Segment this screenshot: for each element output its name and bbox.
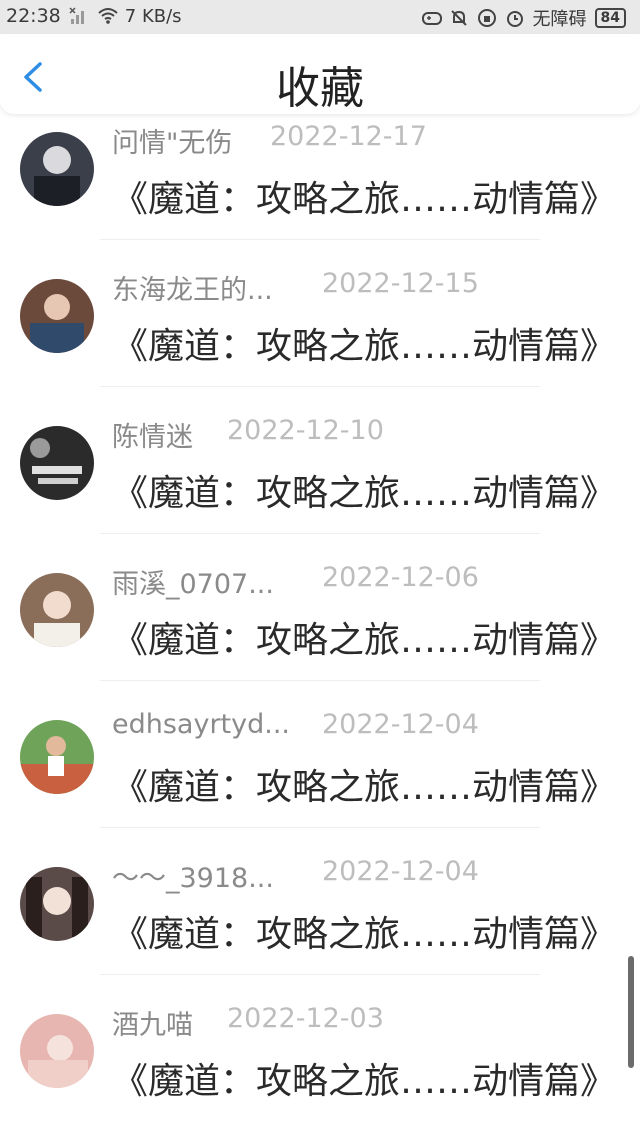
user-name[interactable]: 雨溪_0707... <box>112 562 274 601</box>
date: 2022-12-10 <box>227 415 384 446</box>
book-title[interactable]: 《魔道：攻略之旅……动情篇》 <box>112 317 616 369</box>
status-time: 22:38 <box>6 5 61 27</box>
list-item[interactable]: edhsayrtyd... 2022-12-04 《魔道：攻略之旅……动情篇》 <box>0 700 640 847</box>
date: 2022-12-03 <box>227 1003 384 1034</box>
favorites-list: 问情"无伤 2022-12-17 《魔道：攻略之旅……动情篇》 东海龙王的...… <box>0 114 640 1138</box>
controller-icon <box>421 8 442 28</box>
user-name[interactable]: ～～_3918... <box>112 856 274 895</box>
signal-icon <box>69 6 89 26</box>
book-title[interactable]: 《魔道：攻略之旅……动情篇》 <box>112 1052 616 1104</box>
date: 2022-12-04 <box>322 709 479 740</box>
alarm-icon <box>505 8 525 28</box>
user-name[interactable]: 陈情迷 <box>112 415 193 454</box>
book-title[interactable]: 《魔道：攻略之旅……动情篇》 <box>112 758 616 810</box>
list-item[interactable]: ～～_3918... 2022-12-04 《魔道：攻略之旅……动情篇》 <box>0 847 640 994</box>
user-name[interactable]: 东海龙王的... <box>112 268 273 307</box>
date: 2022-12-06 <box>322 562 479 593</box>
divider <box>100 239 540 240</box>
avatar[interactable] <box>20 279 94 353</box>
accessibility-label: 无障碍 <box>532 9 587 30</box>
user-name[interactable]: 问情"无伤 <box>112 121 232 160</box>
date: 2022-12-04 <box>322 856 479 887</box>
privacy-icon <box>477 8 497 28</box>
header: 收藏 <box>0 34 640 114</box>
page-title: 收藏 <box>276 63 364 114</box>
mute-bell-icon <box>449 8 469 28</box>
list-item[interactable]: 陈情迷 2022-12-10 《魔道：攻略之旅……动情篇》 <box>0 406 640 553</box>
avatar[interactable] <box>20 720 94 794</box>
divider <box>100 974 540 975</box>
network-speed: 7 KB/s <box>124 5 182 27</box>
date: 2022-12-15 <box>322 268 479 299</box>
divider <box>100 533 540 534</box>
divider <box>100 386 540 387</box>
date: 2022-12-17 <box>270 121 427 152</box>
book-title[interactable]: 《魔道：攻略之旅……动情篇》 <box>112 611 616 663</box>
battery-icon: 84 <box>594 8 626 28</box>
user-name[interactable]: edhsayrtyd... <box>112 709 290 740</box>
list-item[interactable]: 酒九喵 2022-12-03 《魔道：攻略之旅……动情篇》 <box>0 994 640 1138</box>
list-item[interactable]: 问情"无伤 2022-12-17 《魔道：攻略之旅……动情篇》 <box>0 114 640 259</box>
avatar[interactable] <box>20 867 94 941</box>
book-title[interactable]: 《魔道：攻略之旅……动情篇》 <box>112 905 616 957</box>
avatar[interactable] <box>20 426 94 500</box>
list-item[interactable]: 东海龙王的... 2022-12-15 《魔道：攻略之旅……动情篇》 <box>0 259 640 406</box>
wifi-icon <box>97 6 118 26</box>
avatar[interactable] <box>20 132 94 206</box>
scrollbar[interactable] <box>628 956 634 1068</box>
list-item[interactable]: 雨溪_0707... 2022-12-06 《魔道：攻略之旅……动情篇》 <box>0 553 640 700</box>
avatar[interactable] <box>20 1014 94 1088</box>
user-name[interactable]: 酒九喵 <box>112 1003 193 1042</box>
divider <box>100 827 540 828</box>
status-bar: 22:38 7 KB/s 无障碍 84 <box>0 0 640 34</box>
divider <box>100 680 540 681</box>
book-title[interactable]: 《魔道：攻略之旅……动情篇》 <box>112 464 616 516</box>
avatar[interactable] <box>20 573 94 647</box>
book-title[interactable]: 《魔道：攻略之旅……动情篇》 <box>112 170 616 222</box>
